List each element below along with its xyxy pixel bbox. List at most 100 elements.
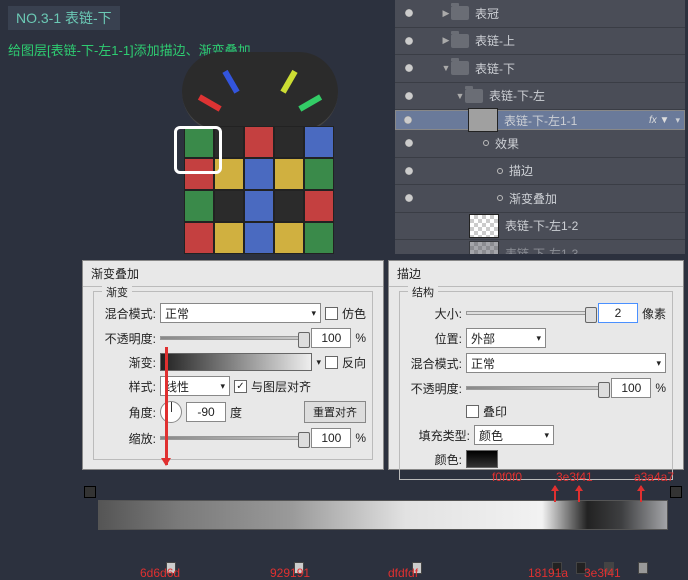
layers-panel[interactable]: ▶ 表冠 ▶表链-上 ▼ 表链-下 ▼表链-下-左表链-下-左1-1 fx ▼ 效果描边渐变叠… — [395, 0, 685, 254]
dither-checkbox[interactable] — [325, 307, 338, 320]
section-tag: NO.3-1 表链-下 — [8, 6, 120, 30]
unit: 度 — [230, 404, 242, 421]
layer-thumbnail — [468, 108, 498, 132]
opacity-slider[interactable] — [160, 336, 307, 340]
layer-row[interactable]: ▼ 表链-下 — [395, 55, 685, 83]
align-checkbox[interactable]: ✓ — [234, 380, 247, 393]
opacity-stop[interactable] — [84, 486, 96, 498]
blend-mode-label: 混合模式: — [406, 355, 462, 372]
stop-hex: 929191 — [270, 566, 310, 580]
layer-name: 表链-下-左1-3 — [505, 245, 578, 254]
scale-input[interactable]: 100 — [311, 428, 351, 448]
gradient-picker[interactable] — [160, 353, 312, 371]
gradient-preview[interactable] — [98, 500, 668, 530]
layer-name: 表链-下-左1-1 — [504, 112, 577, 129]
angle-input[interactable]: -90 — [186, 402, 226, 422]
layer-row[interactable]: 渐变叠加 — [395, 185, 685, 213]
layer-thumbnail — [469, 241, 499, 254]
layer-row[interactable]: 描边 — [395, 158, 685, 186]
effect-bullet — [497, 168, 503, 174]
scale-slider[interactable] — [160, 436, 307, 440]
visibility-toggle[interactable] — [401, 218, 417, 234]
opacity-stop[interactable] — [670, 486, 682, 498]
layer-row[interactable]: 效果 — [395, 130, 685, 158]
style-label: 样式: — [100, 378, 156, 395]
unit: 像素 — [642, 305, 666, 322]
folder-icon — [451, 6, 469, 20]
reverse-label: 反向 — [342, 354, 366, 371]
fill-type-select[interactable]: 颜色 — [474, 425, 554, 445]
gradient-label: 渐变: — [100, 354, 156, 371]
group-label: 渐变 — [102, 284, 132, 300]
stroke-dialog: 描边 结构 大小: 2 像素 位置: 外部 混合模式: 正常 不透明度: 100… — [388, 260, 684, 470]
layer-row[interactable]: ▶表链-上 — [395, 28, 685, 56]
layer-row[interactable]: ▼表链-下-左 — [395, 83, 685, 111]
layer-row[interactable]: 表链-下-左1-1 fx ▼ — [395, 110, 685, 130]
size-input[interactable]: 2 — [598, 303, 638, 323]
size-slider[interactable] — [466, 311, 594, 315]
layer-name: 表冠 — [475, 5, 499, 22]
dither-label: 仿色 — [342, 305, 366, 322]
reset-align-button[interactable]: 重置对齐 — [304, 401, 366, 423]
layer-row[interactable]: 表链-下-左1-3 — [395, 240, 685, 254]
watch-preview — [162, 56, 350, 254]
layer-thumbnail — [469, 214, 499, 238]
group-label: 结构 — [408, 284, 438, 300]
visibility-toggle[interactable] — [401, 163, 417, 179]
visibility-toggle[interactable] — [401, 33, 417, 49]
disclosure-triangle[interactable]: ▼ — [441, 63, 451, 73]
align-label: 与图层对齐 — [251, 378, 311, 395]
folder-icon — [465, 89, 483, 103]
folder-icon — [451, 34, 469, 48]
unit: % — [355, 431, 366, 445]
blend-mode-select[interactable]: 正常 — [160, 303, 321, 323]
visibility-toggle[interactable] — [400, 112, 416, 128]
layer-name: 表链-下 — [475, 60, 515, 77]
visibility-toggle[interactable] — [401, 190, 417, 206]
blend-mode-select[interactable]: 正常 — [466, 353, 666, 373]
reverse-checkbox[interactable] — [325, 356, 338, 369]
position-label: 位置: — [406, 330, 462, 347]
disclosure-triangle[interactable]: ▼ — [455, 91, 465, 101]
opacity-label: 不透明度: — [406, 380, 462, 397]
layer-name: 效果 — [495, 135, 519, 152]
annotation-arrow — [640, 486, 642, 502]
opacity-slider[interactable] — [466, 386, 607, 390]
visibility-toggle[interactable] — [401, 245, 417, 254]
size-label: 大小: — [406, 305, 462, 322]
visibility-toggle[interactable] — [401, 5, 417, 21]
folder-icon — [451, 61, 469, 75]
opacity-input[interactable]: 100 — [611, 378, 651, 398]
opacity-label: 不透明度: — [100, 330, 156, 347]
layer-row[interactable]: 表链-下-左1-2 — [395, 213, 685, 241]
effect-bullet — [497, 195, 503, 201]
color-swatch[interactable] — [466, 450, 498, 468]
blend-mode-label: 混合模式: — [100, 305, 156, 322]
stop-hex: 6d6d6d — [140, 566, 180, 580]
color-stop[interactable] — [638, 562, 648, 574]
stop-hex: 18191a — [528, 566, 568, 580]
fx-badge[interactable]: fx ▼ — [649, 115, 669, 126]
gradient-editor-strip: 6d6d6d 929191 dfdfdf 18191a 3e3f41 a3a4a… — [84, 500, 682, 560]
stop-hex: 3e3f41 — [584, 566, 621, 580]
visibility-toggle[interactable] — [401, 88, 417, 104]
annotation-arrow — [165, 347, 168, 465]
visibility-toggle[interactable] — [401, 135, 417, 151]
style-select[interactable]: 线性 — [160, 376, 230, 396]
angle-dial[interactable] — [160, 401, 182, 423]
disclosure-triangle[interactable]: ▶ — [441, 8, 451, 19]
layer-row[interactable]: ▶ 表冠 — [395, 0, 685, 28]
disclosure-triangle[interactable]: ▶ — [441, 35, 451, 46]
opacity-input[interactable]: 100 — [311, 328, 351, 348]
scale-label: 缩放: — [100, 430, 156, 447]
selected-link-highlight — [174, 126, 222, 174]
annotation-arrow — [554, 486, 556, 502]
position-select[interactable]: 外部 — [466, 328, 546, 348]
layer-name: 表链-下-左1-2 — [505, 217, 578, 234]
color-label: 颜色: — [406, 451, 462, 468]
annotation-arrow — [578, 486, 580, 502]
visibility-toggle[interactable] — [401, 60, 417, 76]
gradient-overlay-dialog: 渐变叠加 渐变 混合模式: 正常 仿色 不透明度: 100 % 渐变: ▾ 反向… — [82, 260, 384, 470]
overprint-checkbox[interactable] — [466, 405, 479, 418]
unit: % — [655, 381, 666, 395]
